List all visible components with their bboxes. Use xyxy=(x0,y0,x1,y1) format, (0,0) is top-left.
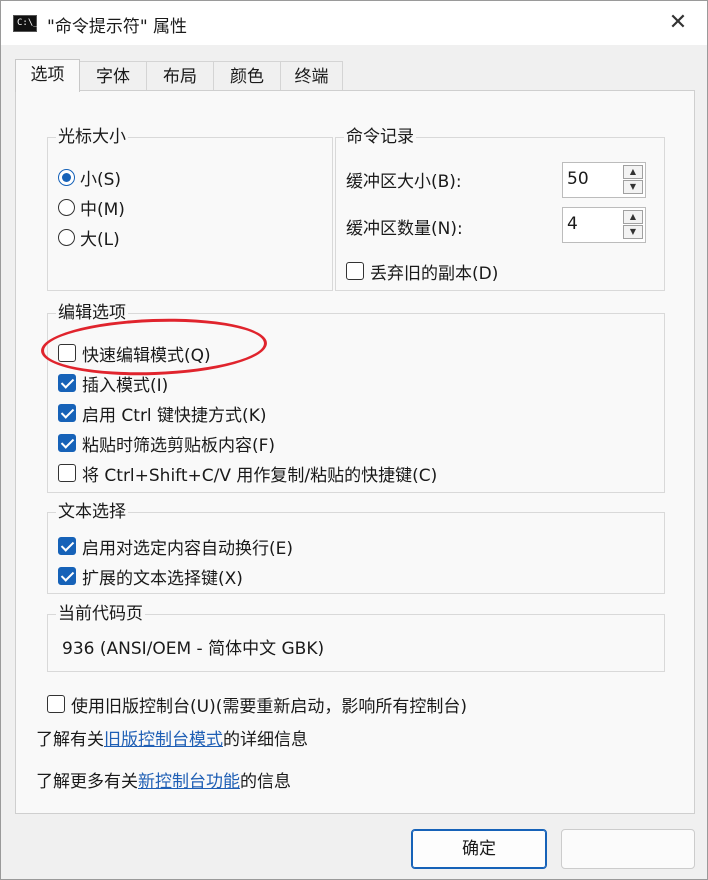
text-selection-group: 文本选择 启用对选定内容自动换行(E) 扩展的文本选择键(X) xyxy=(47,501,665,594)
buffer-size-value[interactable]: 50 xyxy=(567,169,589,189)
checkbox-label: 将 Ctrl+Shift+C/V 用作复制/粘贴的快捷键(C) xyxy=(82,465,438,486)
codepage-value: 936 (ANSI/OEM - 简体中文 GBK) xyxy=(62,638,325,659)
buffer-size-label: 缓冲区大小(B): xyxy=(346,171,462,192)
buffer-count-value[interactable]: 4 xyxy=(567,214,578,234)
extended-selection-keys-checkbox[interactable]: 扩展的文本选择键(X) xyxy=(58,563,243,589)
checkbox-label: 插入模式(I) xyxy=(82,375,169,396)
checkbox-icon xyxy=(58,344,76,362)
cursor-size-group: 光标大小 小(S) 中(M) 大(L) xyxy=(47,126,333,291)
cursor-size-small-radio[interactable]: 小(S) xyxy=(58,164,121,190)
cursor-size-legend: 光标大小 xyxy=(56,126,128,148)
cancel-button[interactable] xyxy=(561,829,695,869)
legacy-mode-link[interactable]: 旧版控制台模式 xyxy=(104,725,223,750)
spin-up-icon[interactable]: ▲ xyxy=(623,210,643,224)
spin-up-icon[interactable]: ▲ xyxy=(623,165,643,179)
command-history-legend: 命令记录 xyxy=(344,126,416,148)
close-icon: ✕ xyxy=(668,10,688,35)
window-title: "命令提示符" 属性 xyxy=(47,17,188,37)
radio-selected-icon xyxy=(58,168,75,186)
text-selection-legend: 文本选择 xyxy=(56,501,128,523)
properties-window: C:\_ "命令提示符" 属性 ✕ 选项 字体 布局 颜色 终端 光标大小 小(… xyxy=(0,0,708,880)
checkbox-label: 粘贴时筛选剪贴板内容(F) xyxy=(82,435,276,456)
new-features-prefix: 了解更多有关 xyxy=(36,771,138,792)
close-button[interactable]: ✕ xyxy=(649,1,707,45)
radio-label: 小(S) xyxy=(80,169,122,190)
tab-options[interactable]: 选项 xyxy=(15,59,80,92)
cursor-size-medium-radio[interactable]: 中(M) xyxy=(58,194,125,220)
radio-label: 中(M) xyxy=(80,199,125,220)
spin-down-icon[interactable]: ▼ xyxy=(623,180,643,194)
legacy-info-text: 了解有关 旧版控制台模式 的详细信息 xyxy=(36,724,308,750)
checkbox-label: 启用 Ctrl 键快捷方式(K) xyxy=(82,405,267,426)
radio-icon xyxy=(58,228,75,246)
checkbox-checked-icon xyxy=(58,567,76,585)
codepage-group: 当前代码页 936 (ANSI/OEM - 简体中文 GBK) xyxy=(47,603,665,672)
tab-layout[interactable]: 布局 xyxy=(146,61,214,91)
ok-button[interactable]: 确定 xyxy=(411,829,547,869)
checkbox-label: 扩展的文本选择键(X) xyxy=(82,568,243,589)
checkbox-icon xyxy=(47,695,65,713)
checkbox-label: 快速编辑模式(Q) xyxy=(82,345,211,366)
insert-mode-checkbox[interactable]: 插入模式(I) xyxy=(58,370,168,396)
title-bar[interactable]: C:\_ "命令提示符" 属性 ✕ xyxy=(1,1,707,45)
ctrl-shift-cv-checkbox[interactable]: 将 Ctrl+Shift+C/V 用作复制/粘贴的快捷键(C) xyxy=(58,460,437,486)
ctrl-shortcuts-checkbox[interactable]: 启用 Ctrl 键快捷方式(K) xyxy=(58,400,266,426)
checkbox-label: 使用旧版控制台(U)(需要重新启动，影响所有控制台) xyxy=(71,696,467,717)
edit-options-legend: 编辑选项 xyxy=(56,302,128,324)
app-icon-text: C:\_ xyxy=(17,18,39,28)
checkbox-checked-icon xyxy=(58,434,76,452)
cursor-size-large-radio[interactable]: 大(L) xyxy=(58,224,120,250)
tab-colors[interactable]: 颜色 xyxy=(213,61,281,91)
codepage-legend: 当前代码页 xyxy=(56,603,145,625)
command-history-group: 命令记录 缓冲区大小(B): 50 ▲ ▼ 缓冲区数量(N): 4 ▲ ▼ 丢弃… xyxy=(335,126,665,291)
legacy-console-checkbox[interactable]: 使用旧版控制台(U)(需要重新启动，影响所有控制台) xyxy=(47,691,467,717)
checkbox-label: 启用对选定内容自动换行(E) xyxy=(82,538,294,559)
checkbox-icon xyxy=(58,464,76,482)
command-prompt-icon: C:\_ xyxy=(13,15,39,32)
tab-terminal[interactable]: 终端 xyxy=(280,61,343,91)
spin-down-icon[interactable]: ▼ xyxy=(623,225,643,239)
buffer-count-label: 缓冲区数量(N): xyxy=(346,218,463,239)
checkbox-icon xyxy=(346,262,364,280)
quick-edit-checkbox[interactable]: 快速编辑模式(Q) xyxy=(58,340,211,366)
tab-font[interactable]: 字体 xyxy=(79,61,147,91)
filter-clipboard-checkbox[interactable]: 粘贴时筛选剪贴板内容(F) xyxy=(58,430,275,456)
checkbox-label: 丢弃旧的副本(D) xyxy=(370,263,499,284)
checkbox-checked-icon xyxy=(58,374,76,392)
discard-old-duplicates-checkbox[interactable]: 丢弃旧的副本(D) xyxy=(346,258,498,284)
new-features-link[interactable]: 新控制台功能 xyxy=(138,767,240,792)
buffer-count-spinner[interactable]: 4 ▲ ▼ xyxy=(562,207,646,243)
radio-icon xyxy=(58,198,75,216)
new-features-info-text: 了解更多有关 新控制台功能 的信息 xyxy=(36,766,291,792)
legacy-info-suffix: 的详细信息 xyxy=(223,729,308,750)
checkbox-checked-icon xyxy=(58,537,76,555)
line-wrap-selection-checkbox[interactable]: 启用对选定内容自动换行(E) xyxy=(58,533,293,559)
new-features-suffix: 的信息 xyxy=(240,771,291,792)
checkbox-checked-icon xyxy=(58,404,76,422)
radio-label: 大(L) xyxy=(80,229,120,250)
legacy-info-prefix: 了解有关 xyxy=(36,729,104,750)
buffer-size-spinner[interactable]: 50 ▲ ▼ xyxy=(562,162,646,198)
options-panel: 光标大小 小(S) 中(M) 大(L) 命令记录 缓冲区大小(B): 50 ▲ xyxy=(15,90,695,814)
edit-options-group: 编辑选项 快速编辑模式(Q) 插入模式(I) 启用 Ctrl 键快捷方式(K) … xyxy=(47,302,665,493)
